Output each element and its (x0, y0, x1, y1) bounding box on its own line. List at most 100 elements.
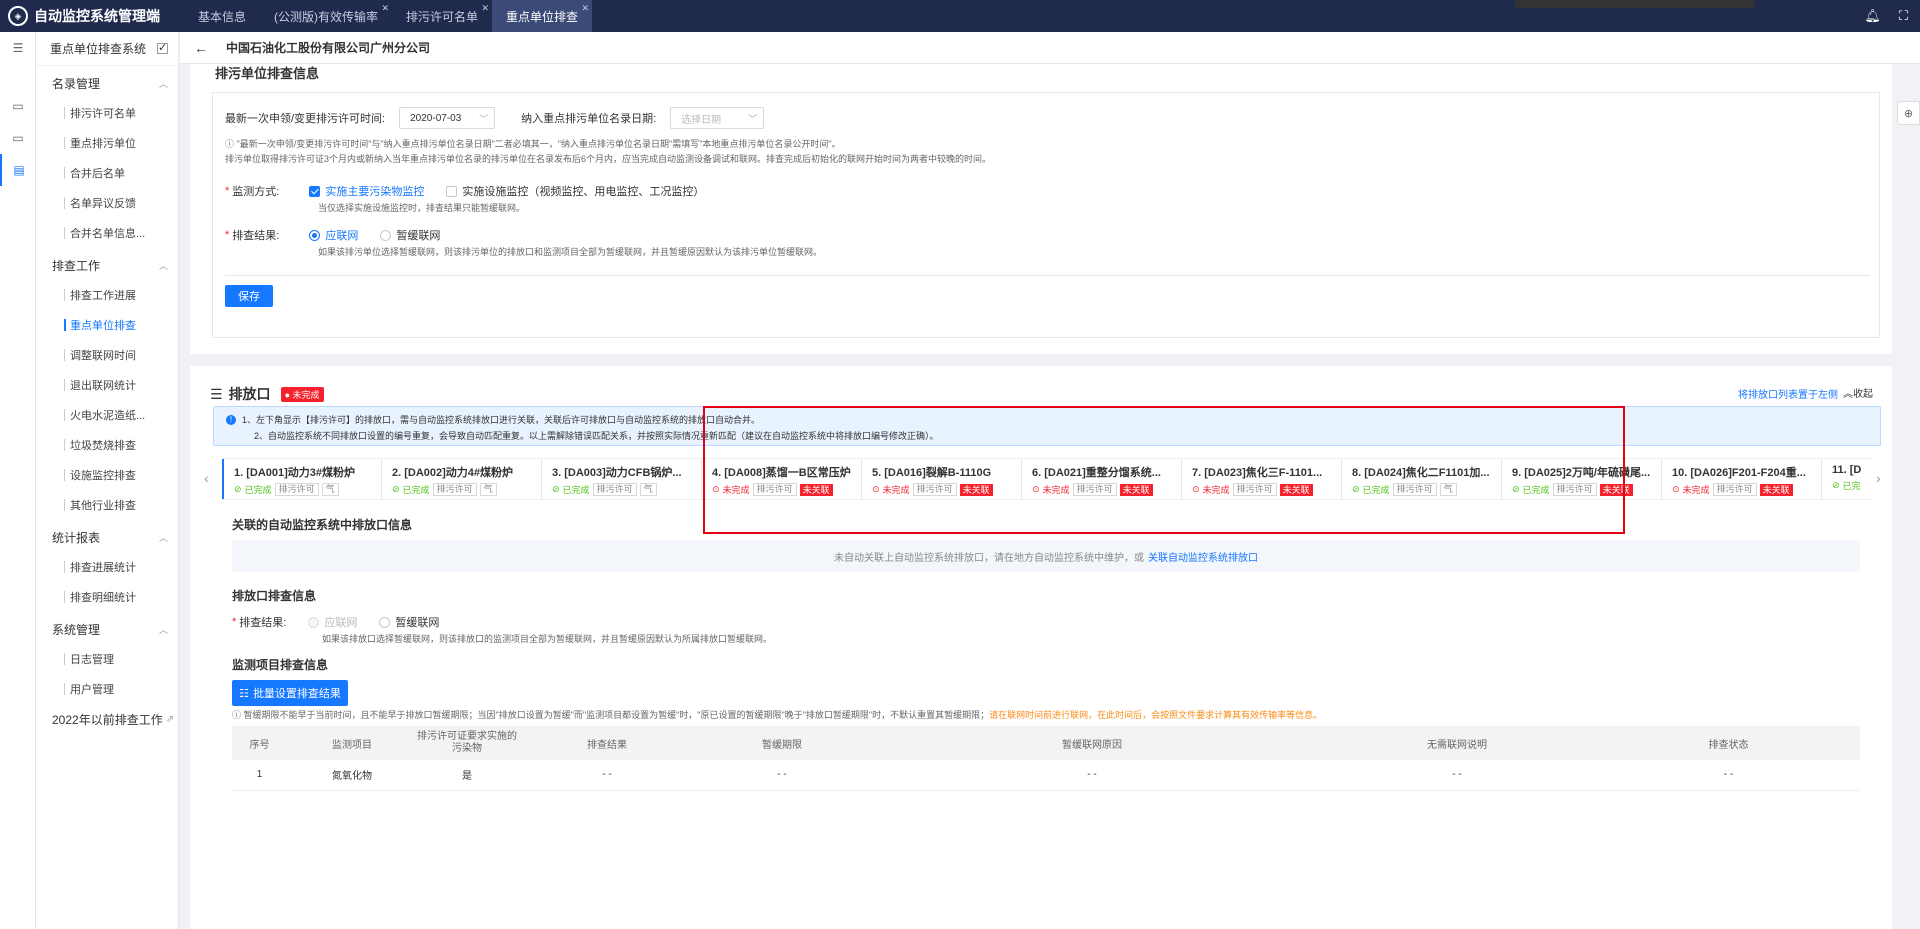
permit-hint-2: 排污单位取得排污许可证3个月内或新纳入当年重点排污单位名录的排污单位在名录发布后… (225, 154, 992, 164)
permit-date-label: 最新一次申领/变更排污许可时间: (225, 113, 386, 125)
outlet-card-item[interactable]: 6. [DA021]重整分馏系统... ⊙ 未完成 排污许可 未关联 (1022, 459, 1182, 499)
outlet-card-item[interactable]: 8. [DA024]焦化二F1101加... ⊘ 已完成 排污许可气 (1342, 459, 1502, 499)
sidebar-item-pre-2022[interactable]: 2022年以前排查工作 ⇗ (36, 704, 178, 734)
notice-line-1: 1、左下角显示【排污许可】的排放口，需与自动监控系统排放口进行关联，关联后许可排… (242, 415, 761, 425)
list-date-picker[interactable]: 选择日期 ﹀ (670, 107, 765, 129)
tab-bar: 基本信息 (公测版)有效传输率 ✕ 排污许可名单 ✕ 重点单位排查 ✕ (184, 0, 593, 32)
bell-icon[interactable]: 🔔︎ (1864, 8, 1881, 24)
outlet-card-item[interactable]: 10. [DA026]F201-F204重... ⊙ 未完成 排污许可 未关联 (1662, 459, 1822, 499)
result-row: * 排查结果: 应联网 暂缓联网 (225, 227, 441, 243)
close-icon[interactable]: ✕ (582, 3, 590, 14)
assoc-outlet-link[interactable]: 关联自动监控系统排放口 (1148, 549, 1258, 564)
outlet-tag: 排污许可 (1072, 483, 1117, 496)
status-icon: ⊙ (1672, 484, 1680, 494)
outlet-card-item[interactable]: 2. [DA002]动力4#煤粉炉 ⊘ 已完成 排污许可气 (382, 459, 542, 499)
sidebar-group-directory[interactable]: 名录管理 ︿ (36, 68, 178, 98)
monitor-icon[interactable]: ▭ (0, 90, 36, 122)
outlet-card-item[interactable]: 11. [D ⊘ 已完 (1822, 459, 1872, 499)
status-icon: ⊘ (552, 484, 560, 494)
question-icon: ⓘ (232, 710, 244, 720)
status-icon: ⊙ (712, 484, 720, 494)
result-radio-online[interactable]: 应联网 (309, 227, 358, 243)
app-logo: ◈ 自动监控系统管理端 (0, 6, 180, 26)
col-header: 监测项目 (287, 726, 417, 760)
unit-check-form: 最新一次申领/变更排污许可时间: 2020-07-03 ﹀ 纳入重点排污单位名录日… (212, 92, 1880, 338)
sidebar-item[interactable]: 火电水泥造纸... (36, 400, 178, 430)
outlet-tags: ⊙ 未完成 排污许可 未关联 (1192, 483, 1341, 496)
result-radio-defer[interactable]: 暂缓联网 (380, 227, 440, 243)
status-icon: ⊘ (1832, 480, 1840, 490)
sidebar-title: 重点单位排查系统 (50, 42, 147, 56)
sidebar-item[interactable]: 排污许可名单 (36, 98, 178, 128)
outlet-status: 已完成 (244, 485, 272, 495)
sidebar-item[interactable]: 排查工作进展 (36, 280, 178, 310)
collapse-button[interactable]: ︽收起 (1843, 385, 1873, 400)
outlet-extra-tag: 气 (321, 483, 339, 496)
chevron-right-icon[interactable]: › (1876, 470, 1881, 486)
menu-icon[interactable]: ☰ (0, 32, 36, 64)
sidebar-item[interactable]: 其他行业排查 (36, 490, 178, 520)
outlet-tag: 排污许可 (592, 483, 637, 496)
batch-set-button[interactable]: ☷ 批量设置排查结果 (232, 680, 348, 706)
back-arrow-icon[interactable]: ← (194, 40, 208, 56)
header-bar: ← 中国石油化工股份有限公司广州分公司 (180, 32, 1920, 64)
outlet-card-item[interactable]: 4. [DA008]蒸馏一B区常压炉 ⊙ 未完成 排污许可 未关联 (702, 459, 862, 499)
col-header: 无需联网说明 (1317, 726, 1597, 760)
save-button[interactable]: 保存 (225, 285, 273, 307)
outlet-card-item[interactable]: 5. [DA016]裂解B-1110G ⊙ 未完成 排污许可 未关联 (862, 459, 1022, 499)
result-label: 排查结果: (232, 230, 280, 242)
sidebar-item[interactable]: 排查进展统计 (36, 552, 178, 582)
outlet-name: 9. [DA025]2万吨/年硫磺尾... (1512, 467, 1651, 479)
document-search-icon[interactable]: ▤ (0, 154, 36, 186)
assoc-empty-box: 未自动关联上自动监控系统排放口，请在地方自动监控系统中维护，或 关联自动监控系统… (232, 540, 1860, 572)
outlet-extra-tag: 未关联 (1759, 483, 1793, 496)
sidebar-item[interactable]: 合并后名单 (36, 158, 178, 188)
tab-transmission-rate[interactable]: (公测版)有效传输率 ✕ (260, 0, 392, 32)
app-title: 自动监控系统管理端 (34, 8, 160, 24)
col-header: 排查状态 (1597, 726, 1860, 760)
expand-icon[interactable]: ⛶ (1899, 8, 1908, 24)
outlet-status: 未完成 (722, 485, 750, 495)
collapse-sidebar-icon[interactable]: ✓ (157, 43, 168, 54)
monitor-icon[interactable]: ▭ (0, 122, 36, 154)
permit-date-picker[interactable]: 2020-07-03 ﹀ (399, 107, 496, 129)
method-checkbox-facility[interactable]: 实施设施监控（视频监控、用电监控、工况监控） (446, 183, 704, 199)
sidebar-item[interactable]: 日志管理 (36, 644, 178, 674)
chevron-up-icon: ︿ (158, 532, 168, 543)
close-icon[interactable]: ✕ (481, 3, 489, 14)
sidebar-item[interactable]: 调整联网时间 (36, 340, 178, 370)
check-radio-online[interactable]: 应联网 (308, 614, 357, 630)
sidebar-item[interactable]: 设施监控排查 (36, 460, 178, 490)
monitor-items-table: 序号 监测项目 排污许可证要求实施的污染物 排查结果 暂缓期限 暂缓联网原因 无… (232, 726, 1860, 791)
outlet-tags: ⊘ 已完成 排污许可气 (392, 483, 541, 496)
icon-bar: ☰ ▭ ▭ ▤ (0, 32, 36, 929)
chevron-left-icon[interactable]: ‹ (204, 470, 209, 486)
section-title: 排污单位排查信息 (215, 66, 320, 81)
outlet-card-item[interactable]: 1. [DA001]动力3#煤粉炉 ⊘ 已完成 排污许可气 (222, 459, 382, 499)
col-header: 暂缓联网原因 (867, 726, 1317, 760)
outlet-name: 4. [DA008]蒸馏一B区常压炉 (712, 467, 851, 479)
outlet-card-item[interactable]: 9. [DA025]2万吨/年硫磺尾... ⊘ 已完成 排污许可 未关联 (1502, 459, 1662, 499)
sidebar-group-check-work[interactable]: 排查工作 ︿ (36, 250, 178, 280)
sidebar-item[interactable]: 排查明细统计 (36, 582, 178, 612)
sidebar-item[interactable]: 垃圾焚烧排查 (36, 430, 178, 460)
sidebar-item[interactable]: 重点排污单位 (36, 128, 178, 158)
check-radio-defer[interactable]: 暂缓联网 (379, 614, 439, 630)
pin-left-link[interactable]: 将排放口列表置于左侧 (1738, 386, 1838, 401)
sidebar-group-system[interactable]: 系统管理 ︿ (36, 614, 178, 644)
status-icon: ⊙ (1032, 484, 1040, 494)
sidebar-item-active[interactable]: 重点单位排查 (36, 310, 178, 340)
close-icon[interactable]: ✕ (381, 3, 389, 14)
tab-basic-info[interactable]: 基本信息 (184, 0, 260, 32)
sidebar-item[interactable]: 合并名单信息... (36, 218, 178, 248)
outlet-card-item[interactable]: 3. [DA003]动力CFB锅炉... ⊘ 已完成 排污许可气 (542, 459, 702, 499)
tab-permit-list[interactable]: 排污许可名单 ✕ (392, 0, 492, 32)
sidebar-item[interactable]: 用户管理 (36, 674, 178, 704)
outlet-name: 1. [DA001]动力3#煤粉炉 (234, 467, 356, 479)
tab-key-unit-check[interactable]: 重点单位排查 ✕ (492, 0, 593, 32)
sidebar-item[interactable]: 退出联网统计 (36, 370, 178, 400)
sidebar-group-reports[interactable]: 统计报表 ︿ (36, 522, 178, 552)
method-checkbox-main[interactable]: 实施主要污染物监控 (309, 183, 424, 199)
sidebar-item[interactable]: 名单异议反馈 (36, 188, 178, 218)
outlet-card-item[interactable]: 7. [DA023]焦化三F-1101... ⊙ 未完成 排污许可 未关联 (1182, 459, 1342, 499)
